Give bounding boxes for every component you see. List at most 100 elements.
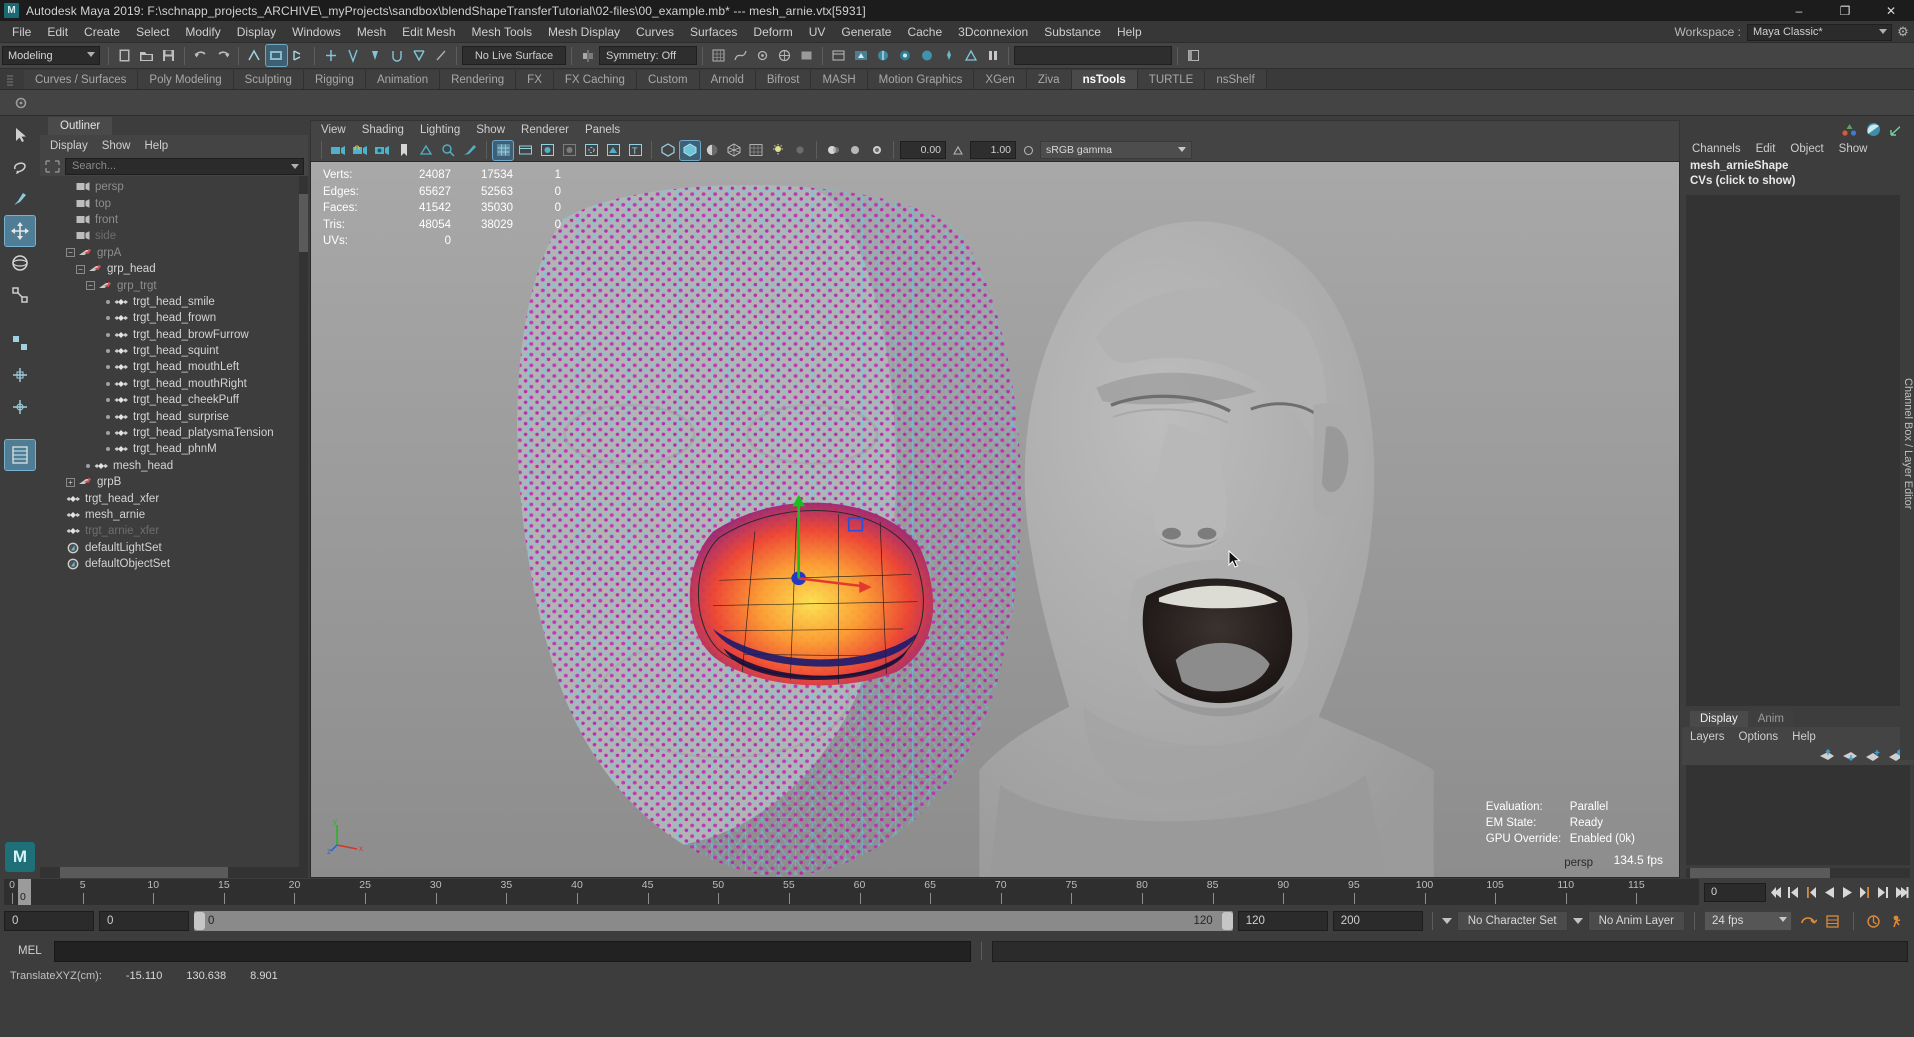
layer-tab-display[interactable]: Display: [1690, 711, 1748, 727]
outliner-item-grp_head[interactable]: −grp_head: [40, 261, 308, 277]
scrollbar-thumb[interactable]: [299, 194, 308, 252]
toggle-panel-icon[interactable]: [1183, 45, 1204, 66]
xray-icon[interactable]: [658, 141, 678, 160]
gamma-field[interactable]: 1.00: [970, 141, 1016, 159]
move-layer-up-icon[interactable]: [1819, 749, 1835, 762]
menu-create[interactable]: Create: [76, 23, 128, 41]
screen-space-ao-icon[interactable]: T: [625, 141, 645, 160]
tab-outliner[interactable]: Outliner: [48, 117, 112, 135]
viewport-menu-shading[interactable]: Shading: [362, 124, 404, 136]
attribute-editor-icon[interactable]: [1841, 122, 1858, 137]
exposure-reset-icon[interactable]: [948, 141, 968, 160]
outliner-item-trgt_head_cheekPuff[interactable]: trgt_head_cheekPuff: [40, 392, 308, 408]
layer-menu-options[interactable]: Options: [1739, 731, 1779, 743]
menu-windows[interactable]: Windows: [284, 23, 349, 41]
shelf-tab-xgen[interactable]: XGen: [974, 70, 1026, 89]
step-forward-keyframe-button[interactable]: [1874, 882, 1892, 902]
step-back-frame-button[interactable]: [1802, 882, 1820, 902]
outliner-item-grpB[interactable]: +grpB: [40, 474, 308, 490]
component-mask-hull-icon[interactable]: [408, 45, 429, 66]
animation-preferences-icon[interactable]: [1863, 911, 1884, 932]
expand-icon[interactable]: +: [66, 478, 75, 487]
outliner-item-trgt_arnie_xfer[interactable]: trgt_arnie_xfer: [40, 523, 308, 539]
snap-to-view-plane-icon[interactable]: [796, 45, 817, 66]
shelf-tab-poly-modeling[interactable]: Poly Modeling: [138, 70, 233, 89]
ipr-render-icon[interactable]: [872, 45, 893, 66]
menu-cache[interactable]: Cache: [899, 23, 950, 41]
outliner-menu-display[interactable]: Display: [50, 140, 88, 152]
outliner-item-trgt_head_mouthLeft[interactable]: trgt_head_mouthLeft: [40, 359, 308, 375]
snap-to-projected-center-icon[interactable]: [774, 45, 795, 66]
exposure-field[interactable]: 0.00: [900, 141, 946, 159]
collapse-icon[interactable]: −: [76, 265, 85, 274]
workspace-dropdown[interactable]: Maya Classic*: [1747, 24, 1892, 41]
modeling-toolkit-icon[interactable]: [1865, 122, 1882, 137]
render-settings-icon[interactable]: [894, 45, 915, 66]
select-by-component-type-button[interactable]: [288, 45, 309, 66]
maximize-button[interactable]: ❐: [1822, 0, 1868, 21]
shelf-tab-mash[interactable]: MASH: [811, 70, 867, 89]
exposure-wireframe-icon[interactable]: [724, 141, 744, 160]
go-to-start-button[interactable]: [1766, 882, 1784, 902]
move-tool[interactable]: [5, 216, 35, 246]
hypershade-icon[interactable]: [916, 45, 937, 66]
play-backwards-button[interactable]: [1820, 882, 1838, 902]
smooth-shade-all-icon[interactable]: [515, 141, 535, 160]
outliner-item-trgt_head_phnM[interactable]: trgt_head_phnM: [40, 441, 308, 457]
range-slider-right-handle[interactable]: [1222, 912, 1233, 930]
playback-speed-dropdown[interactable]: 24 fps: [1704, 911, 1792, 931]
menu-select[interactable]: Select: [128, 23, 177, 41]
paint-select-tool[interactable]: [5, 184, 35, 214]
shelf-tab-animation[interactable]: Animation: [366, 70, 440, 89]
anim-layer-chevron-icon[interactable]: [1573, 918, 1583, 924]
light-settings-icon[interactable]: [938, 45, 959, 66]
component-mask-edge-icon[interactable]: [342, 45, 363, 66]
play-forwards-button[interactable]: [1838, 882, 1856, 902]
no-lighting-icon[interactable]: [790, 141, 810, 160]
scrollbar-thumb[interactable]: [1690, 868, 1830, 878]
open-scene-button[interactable]: [136, 45, 157, 66]
textured-icon[interactable]: [559, 141, 579, 160]
viewport-menu-show[interactable]: Show: [476, 124, 505, 136]
outliner-item-trgt_head_surprise[interactable]: trgt_head_surprise: [40, 408, 308, 424]
channel-box-side-label[interactable]: Channel Box / Layer Editor: [1900, 120, 1914, 760]
scrollbar-thumb[interactable]: [60, 867, 228, 878]
shelf-tab-curves-surfaces[interactable]: Curves / Surfaces: [24, 70, 138, 89]
symmetry-field[interactable]: Symmetry: Off: [599, 46, 697, 65]
outliner-item-grpA[interactable]: −grpA: [40, 245, 308, 261]
viewport-layout-single[interactable]: [5, 440, 35, 470]
outliner-item-trgt_head_browFurrow[interactable]: trgt_head_browFurrow: [40, 327, 308, 343]
step-forward-frame-button[interactable]: [1856, 882, 1874, 902]
outliner-item-trgt_head_smile[interactable]: trgt_head_smile: [40, 294, 308, 310]
animation-preferences-loop-icon[interactable]: [1797, 911, 1818, 932]
outliner-item-top[interactable]: top: [40, 195, 308, 211]
shelf-grip-icon[interactable]: [6, 73, 14, 89]
gear-icon[interactable]: ⚙: [1892, 24, 1914, 40]
outliner-item-trgt_head_squint[interactable]: trgt_head_squint: [40, 343, 308, 359]
snap-to-curve-icon[interactable]: [730, 45, 751, 66]
anim-layer-dropdown[interactable]: No Anim Layer: [1588, 911, 1685, 931]
cvs-label[interactable]: CVs (click to show): [1690, 174, 1914, 189]
channelbox-menu-channels[interactable]: Channels: [1692, 143, 1741, 155]
outliner-item-defaultLightSet[interactable]: defaultLightSet: [40, 540, 308, 556]
shelf-tab-motion-graphics[interactable]: Motion Graphics: [868, 70, 975, 89]
two-d-pan-zoom-icon[interactable]: [438, 141, 458, 160]
outliner-vertical-scrollbar[interactable]: [299, 176, 308, 867]
auto-key-icon[interactable]: [1823, 911, 1844, 932]
shelf-tab-fx-caching[interactable]: FX Caching: [554, 70, 637, 89]
lasso-tool[interactable]: [5, 152, 35, 182]
image-plane-icon[interactable]: [416, 141, 436, 160]
ambient-occlusion-icon[interactable]: [867, 141, 887, 160]
use-all-lights-icon[interactable]: [581, 141, 601, 160]
range-slider[interactable]: 0 120: [194, 911, 1233, 931]
command-language-label[interactable]: MEL: [6, 945, 48, 957]
component-mask-face-icon[interactable]: [364, 45, 385, 66]
outliner-item-defaultObjectSet[interactable]: defaultObjectSet: [40, 556, 308, 572]
menu-display[interactable]: Display: [229, 23, 284, 41]
go-to-end-button[interactable]: [1892, 882, 1910, 902]
outliner-menu-help[interactable]: Help: [145, 140, 169, 152]
shelf-tab-custom[interactable]: Custom: [637, 70, 700, 89]
camera-attributes-icon[interactable]: [372, 141, 392, 160]
menu-modify[interactable]: Modify: [177, 23, 228, 41]
collapse-icon[interactable]: −: [86, 281, 95, 290]
